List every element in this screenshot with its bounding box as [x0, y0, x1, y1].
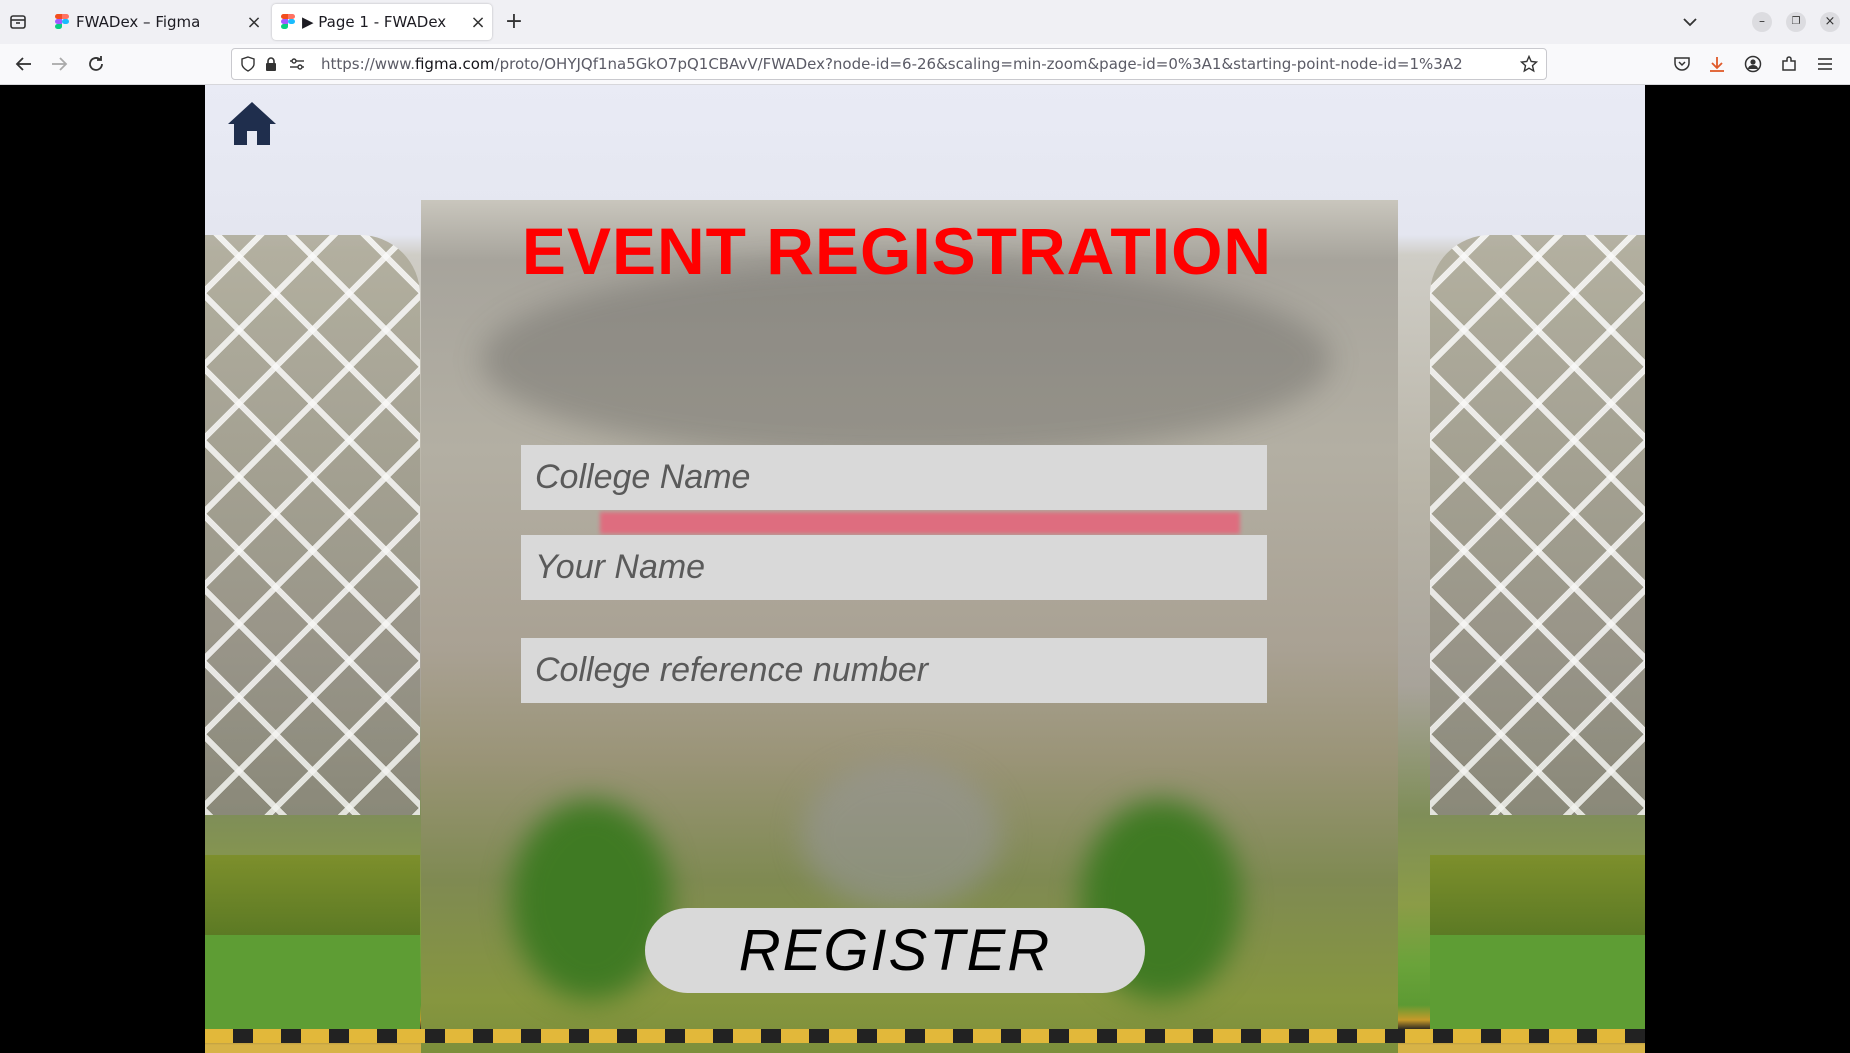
back-button[interactable] [6, 44, 42, 84]
nav-toolbar: https://www.figma.com/proto/OHYJQf1na5Gk… [0, 44, 1850, 85]
close-icon[interactable]: × [240, 12, 268, 33]
page-viewport: EVENT REGISTRATION REGISTER [0, 85, 1850, 1053]
extensions-icon[interactable] [1780, 55, 1798, 73]
lock-icon[interactable] [264, 56, 278, 72]
restore-button[interactable]: ❐ [1786, 12, 1806, 32]
reload-button[interactable] [78, 44, 114, 84]
background-lawn-left [205, 935, 420, 1030]
background-banner [600, 512, 1240, 534]
tab-page-1[interactable]: ▶ Page 1 - FWADex × [272, 4, 492, 40]
prototype-frame: EVENT REGISTRATION REGISTER [205, 85, 1645, 1053]
tab-label: FWADex – Figma [76, 13, 201, 31]
home-icon[interactable] [225, 99, 279, 147]
account-icon[interactable] [1744, 55, 1762, 73]
your-name-input[interactable] [521, 535, 1267, 600]
bookmark-star-icon[interactable] [1520, 55, 1538, 73]
shield-icon[interactable] [240, 56, 256, 72]
chevron-down-icon[interactable] [1680, 10, 1700, 34]
tab-label: ▶ Page 1 - FWADex [302, 13, 447, 31]
permissions-icon[interactable] [288, 56, 306, 72]
college-reference-input[interactable] [521, 638, 1267, 703]
tab-list-icon[interactable] [8, 12, 28, 32]
url-text[interactable]: https://www.figma.com/proto/OHYJQf1na5Gk… [321, 55, 1463, 73]
close-icon[interactable]: × [464, 12, 492, 33]
background-building-left [205, 235, 420, 815]
background-lawn-right [1430, 935, 1645, 1030]
tab-bar: FWADex – Figma × ▶ Page 1 - FWADex × + –… [0, 0, 1850, 44]
pocket-icon[interactable] [1673, 55, 1691, 73]
close-window-button[interactable]: × [1820, 12, 1840, 32]
page-title: EVENT REGISTRATION [521, 214, 1273, 288]
minimize-button[interactable]: – [1752, 12, 1772, 32]
arrow-right-icon [52, 57, 68, 71]
background-building-right [1430, 235, 1645, 815]
forward-button[interactable] [41, 44, 77, 84]
menu-icon[interactable] [1816, 55, 1834, 73]
tab-fwadex-figma[interactable]: FWADex – Figma × [46, 4, 268, 40]
background-hedge-left [205, 855, 420, 935]
figma-icon [55, 14, 69, 30]
register-button[interactable]: REGISTER [645, 908, 1145, 993]
figma-icon [281, 14, 295, 30]
reload-icon [89, 56, 103, 71]
college-name-input[interactable] [521, 445, 1267, 510]
download-icon[interactable] [1708, 55, 1726, 73]
new-tab-button[interactable]: + [500, 8, 528, 36]
background-hedge-right [1430, 855, 1645, 935]
arrow-left-icon [15, 57, 31, 71]
url-bar[interactable]: https://www.figma.com/proto/OHYJQf1na5Gk… [231, 48, 1547, 80]
background-curb [205, 1029, 1645, 1043]
